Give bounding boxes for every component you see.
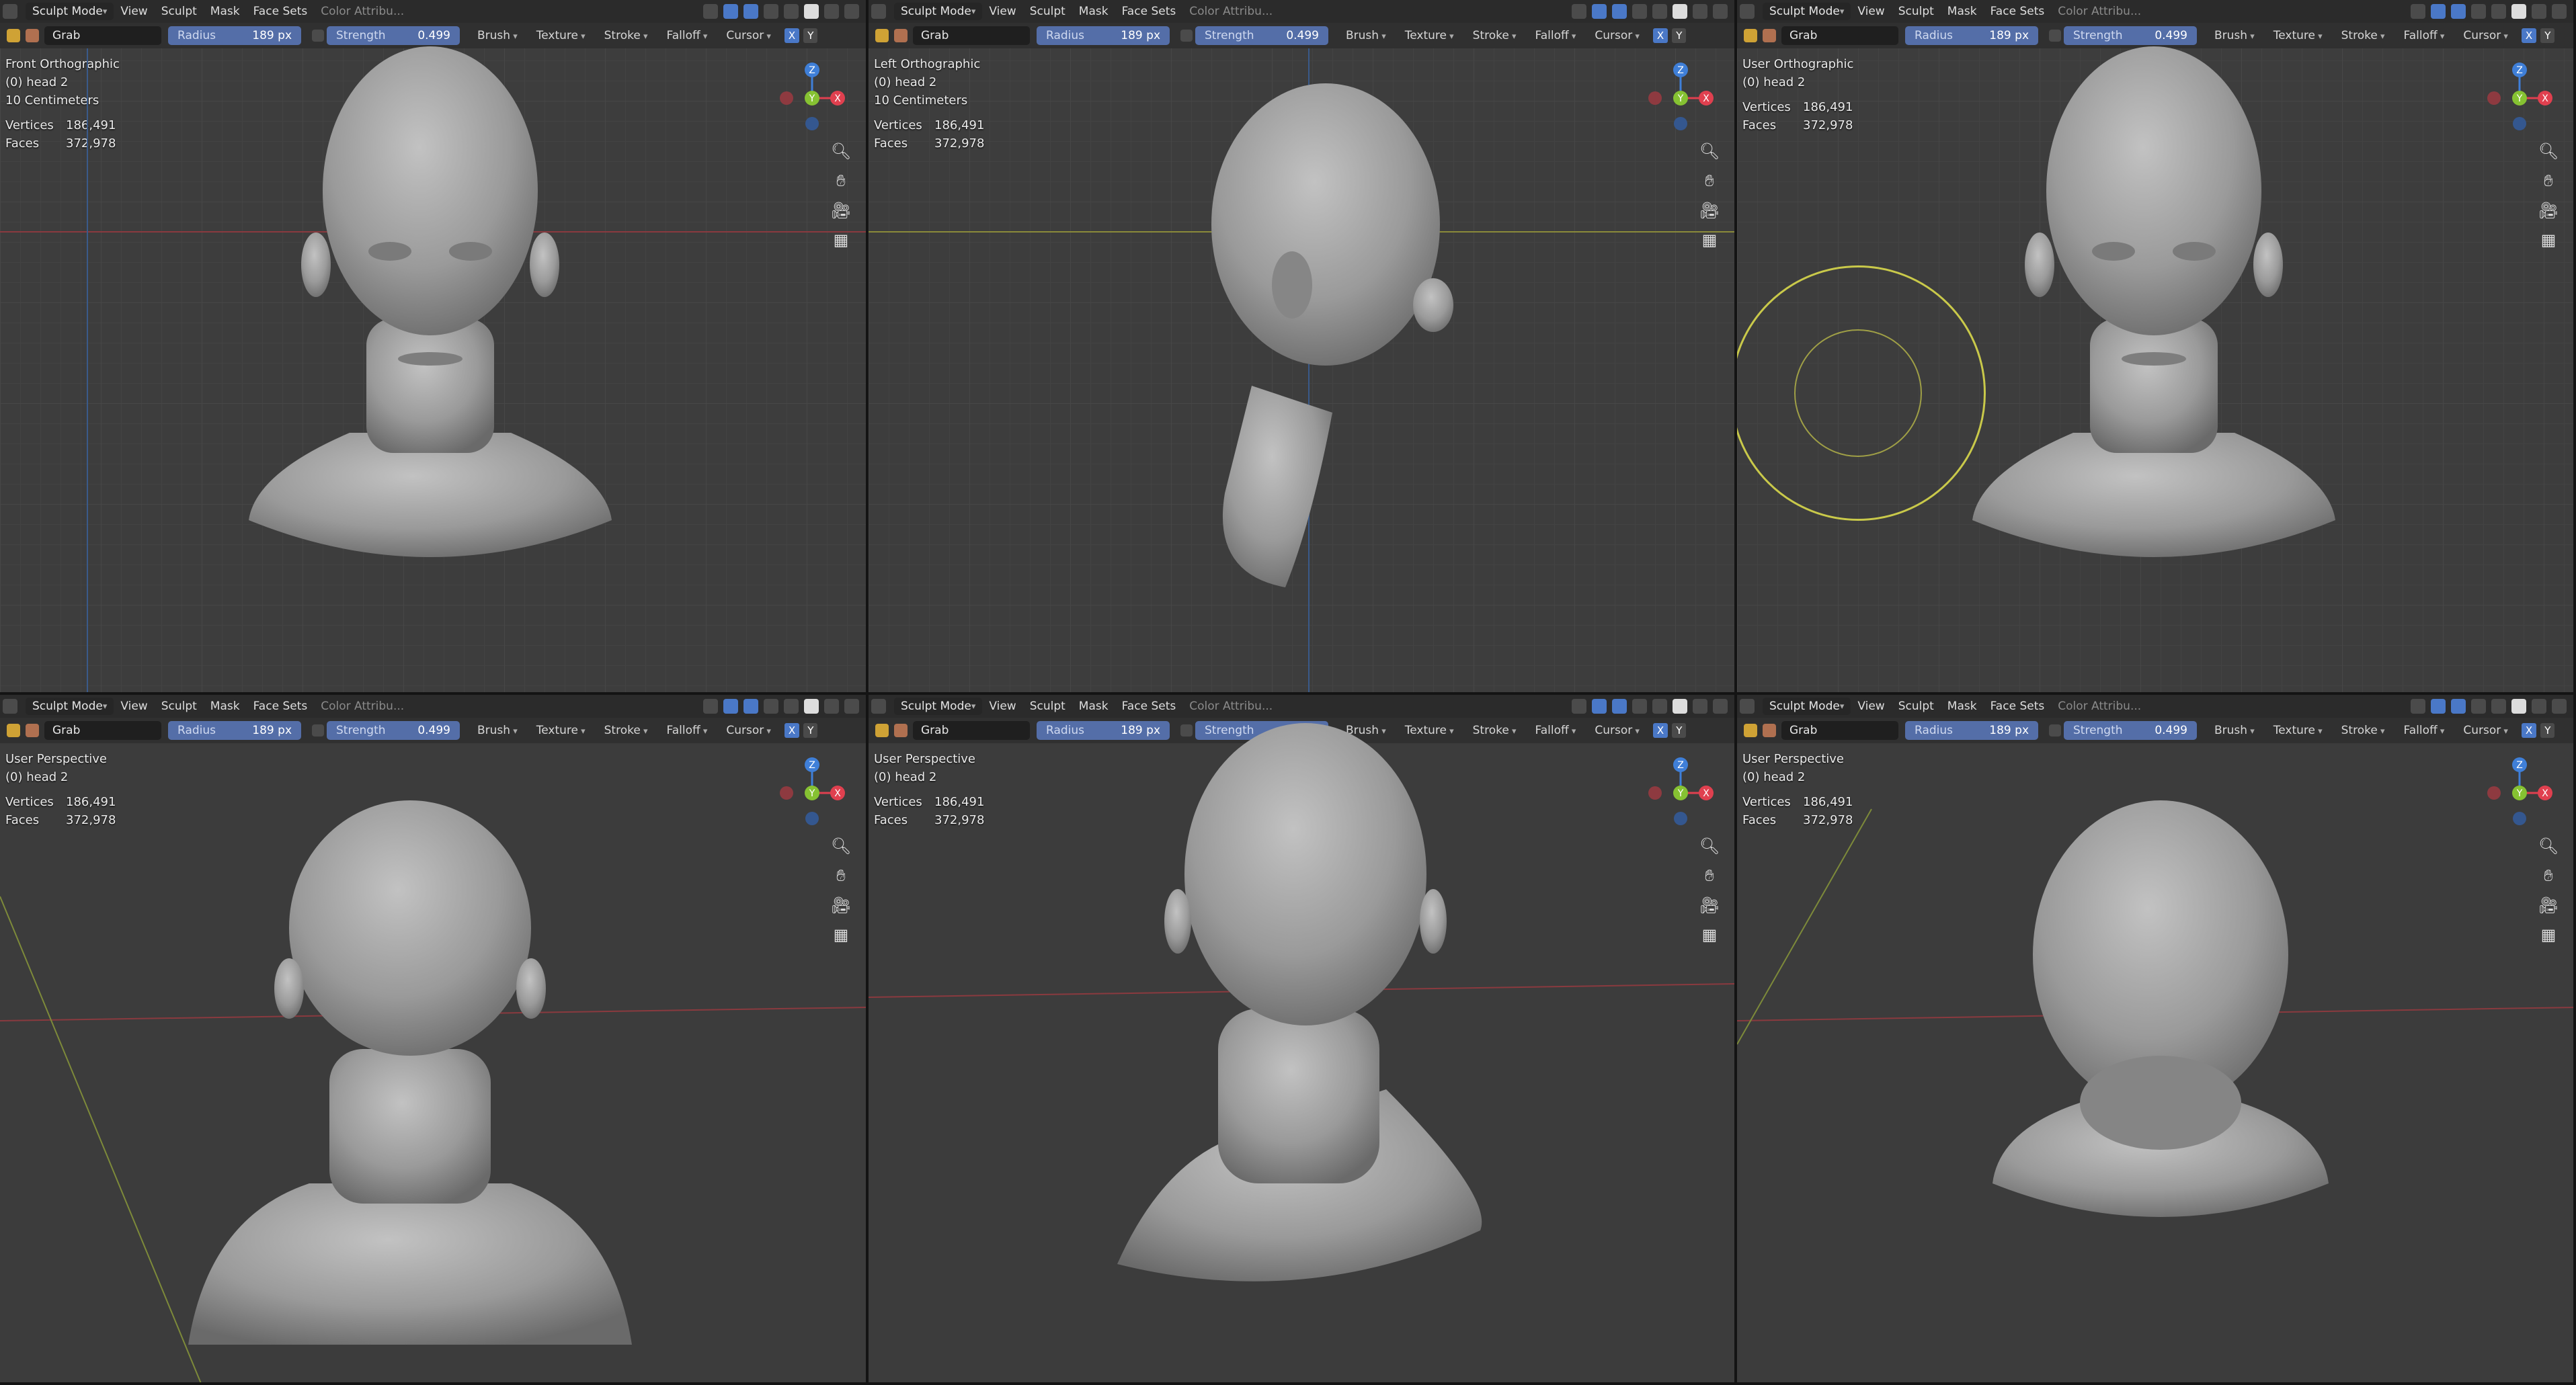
viewport-grid: Sculpt Mode View Sculpt Mask Face Sets C…	[0, 0, 2576, 1385]
sculpt-head-model[interactable]	[0, 0, 869, 695]
viewport-3d-6[interactable]: Sculpt Mode View Sculpt Mask Face Sets C…	[1737, 695, 2576, 1385]
eye-left-shape	[2092, 242, 2135, 261]
ear-right-shape	[1420, 889, 1447, 954]
head-shape	[1211, 83, 1440, 366]
ear-right-shape	[516, 958, 546, 1019]
eye-right-shape	[449, 242, 492, 261]
ear-shape	[1272, 251, 1312, 319]
ear-left-shape	[1164, 889, 1191, 954]
sculpt-head-model[interactable]	[1737, 695, 2576, 1385]
neck-shape	[1222, 386, 1332, 587]
sculpt-head-model[interactable]	[869, 695, 1737, 1385]
eye-left-shape	[368, 242, 411, 261]
sculpt-head-model[interactable]	[869, 0, 1737, 695]
ear-right-shape	[530, 233, 559, 297]
ear-left-shape	[2025, 233, 2054, 297]
neck-shape	[366, 319, 494, 453]
nose-shape	[1413, 278, 1453, 332]
head-shape	[323, 46, 538, 335]
ear-left-shape	[301, 233, 331, 297]
brush-cursor-inner-ring	[1794, 329, 1922, 457]
neck-shape	[329, 1049, 491, 1204]
shoulders-shape	[188, 1183, 632, 1345]
viewport-3d-2[interactable]: Sculpt Mode View Sculpt Mask Face Sets C…	[869, 0, 1737, 695]
face-underside-shape	[2080, 1056, 2241, 1150]
mouth-shape	[2122, 352, 2186, 366]
eye-right-shape	[2173, 242, 2216, 261]
ear-right-shape	[2253, 233, 2283, 297]
viewport-3d-3[interactable]: Sculpt Mode View Sculpt Mask Face Sets C…	[1737, 0, 2576, 695]
viewport-3d-5[interactable]: Sculpt Mode View Sculpt Mask Face Sets C…	[869, 695, 1737, 1385]
ear-left-shape	[274, 958, 304, 1019]
axis-line-diagonal	[1737, 808, 1872, 1045]
head-shape	[289, 800, 531, 1056]
sculpt-head-model[interactable]	[0, 695, 869, 1385]
neck-shape	[2090, 319, 2218, 453]
head-shape	[1184, 723, 1426, 1025]
axis-line-diagonal	[0, 896, 202, 1382]
head-shape	[2046, 46, 2261, 335]
viewport-3d-4[interactable]: Sculpt Mode View Sculpt Mask Face Sets C…	[0, 695, 869, 1385]
mouth-shape	[398, 352, 462, 366]
viewport-3d-1[interactable]: Sculpt Mode View Sculpt Mask Face Sets C…	[0, 0, 869, 695]
neck-shape	[1218, 1009, 1379, 1183]
